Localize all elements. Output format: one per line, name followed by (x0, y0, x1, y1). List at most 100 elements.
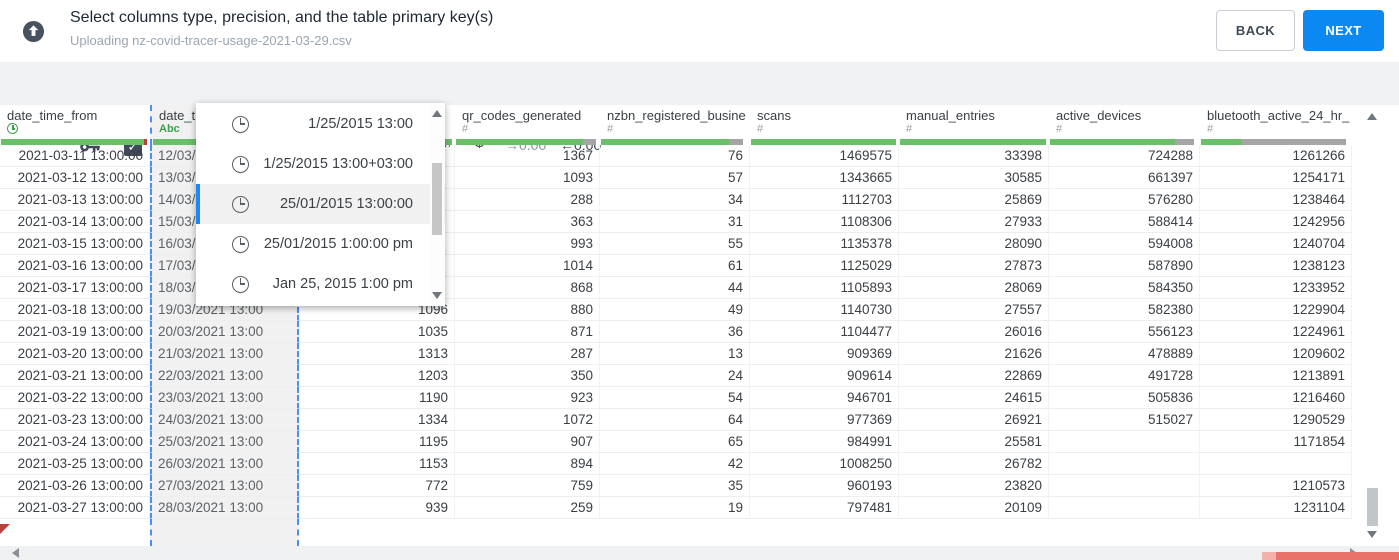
cell-manual-entries[interactable]: 26921 (899, 409, 1049, 431)
cell-date-time-from[interactable]: 2021-03-23 13:00:00 (0, 409, 150, 431)
cell-qr-codes-generated[interactable]: 894 (455, 453, 600, 475)
cell-active-devices[interactable]: 724288 (1049, 145, 1200, 167)
cell-bluetooth-active-24-hr[interactable]: 1242956 (1200, 211, 1352, 233)
cell-date-time-from[interactable]: 2021-03-21 13:00:00 (0, 365, 150, 387)
cell-hidden-column[interactable]: 1203 (299, 365, 455, 387)
cell-active-devices[interactable]: 505836 (1049, 387, 1200, 409)
cell-date-time-from[interactable]: 2021-03-14 13:00:00 (0, 211, 150, 233)
cell-hidden-column[interactable]: 1195 (299, 431, 455, 453)
cell-bluetooth-active-24-hr[interactable]: 1210573 (1200, 475, 1352, 497)
cell-qr-codes-generated[interactable]: 287 (455, 343, 600, 365)
cell-qr-codes-generated[interactable]: 759 (455, 475, 600, 497)
cell-active-devices[interactable] (1049, 431, 1200, 453)
cell-active-devices[interactable]: 478889 (1049, 343, 1200, 365)
cell-nzbn-registered-busine[interactable]: 19 (600, 497, 750, 519)
cell-active-devices[interactable]: 584350 (1049, 277, 1200, 299)
cell-manual-entries[interactable]: 27557 (899, 299, 1049, 321)
cell-nzbn-registered-busine[interactable]: 49 (600, 299, 750, 321)
cell-manual-entries[interactable]: 28090 (899, 233, 1049, 255)
scrollbar-thumb[interactable] (1367, 488, 1378, 526)
cell-scans[interactable]: 1008250 (750, 453, 899, 475)
table-horizontal-scrollbar[interactable] (0, 546, 1399, 560)
cell-qr-codes-generated[interactable]: 259 (455, 497, 600, 519)
cell-active-devices[interactable]: 515027 (1049, 409, 1200, 431)
cell-manual-entries[interactable]: 22869 (899, 365, 1049, 387)
column-header-date-time-from[interactable]: date_time_from (0, 105, 150, 145)
cell-scans[interactable]: 1105893 (750, 277, 899, 299)
cell-hidden-column[interactable]: 1035 (299, 321, 455, 343)
cell-scans[interactable]: 1140730 (750, 299, 899, 321)
cell-scans[interactable]: 1469575 (750, 145, 899, 167)
cell-bluetooth-active-24-hr[interactable]: 1231104 (1200, 497, 1352, 519)
cell-nzbn-registered-busine[interactable]: 34 (600, 189, 750, 211)
cell-qr-codes-generated[interactable]: 1072 (455, 409, 600, 431)
cell-scans[interactable]: 977369 (750, 409, 899, 431)
cell-manual-entries[interactable]: 25581 (899, 431, 1049, 453)
cell-scans[interactable]: 909369 (750, 343, 899, 365)
cell-nzbn-registered-busine[interactable]: 64 (600, 409, 750, 431)
cell-date-t-selected[interactable]: 27/03/2021 13:00 (150, 475, 299, 497)
cell-date-t-selected[interactable]: 26/03/2021 13:00 (150, 453, 299, 475)
cell-scans[interactable]: 797481 (750, 497, 899, 519)
cell-date-time-from[interactable]: 2021-03-12 13:00:00 (0, 167, 150, 189)
cell-manual-entries[interactable]: 28069 (899, 277, 1049, 299)
cell-date-time-from[interactable]: 2021-03-16 13:00:00 (0, 255, 150, 277)
cell-date-t-selected[interactable]: 20/03/2021 13:00 (150, 321, 299, 343)
column-header-scans[interactable]: scans # (750, 105, 899, 145)
format-option-4[interactable]: 25/01/2015 1:00:00 pm (196, 224, 445, 264)
cell-date-time-from[interactable]: 2021-03-15 13:00:00 (0, 233, 150, 255)
cell-bluetooth-active-24-hr[interactable]: 1261266 (1200, 145, 1352, 167)
cell-active-devices[interactable]: 588414 (1049, 211, 1200, 233)
cell-date-time-from[interactable]: 2021-03-22 13:00:00 (0, 387, 150, 409)
cell-manual-entries[interactable]: 20109 (899, 497, 1049, 519)
cell-bluetooth-active-24-hr[interactable]: 1229904 (1200, 299, 1352, 321)
cell-scans[interactable]: 984991 (750, 431, 899, 453)
cell-manual-entries[interactable]: 27873 (899, 255, 1049, 277)
cell-qr-codes-generated[interactable]: 1367 (455, 145, 600, 167)
cell-nzbn-registered-busine[interactable]: 36 (600, 321, 750, 343)
scroll-up-icon[interactable] (432, 110, 442, 117)
cell-active-devices[interactable]: 582380 (1049, 299, 1200, 321)
cell-nzbn-registered-busine[interactable]: 31 (600, 211, 750, 233)
scrollbar-thumb[interactable] (432, 163, 442, 235)
cell-active-devices[interactable]: 491728 (1049, 365, 1200, 387)
cell-date-t-selected[interactable]: 25/03/2021 13:00 (150, 431, 299, 453)
cell-manual-entries[interactable]: 21626 (899, 343, 1049, 365)
cell-nzbn-registered-busine[interactable]: 76 (600, 145, 750, 167)
column-header-manual-entries[interactable]: manual_entries # (899, 105, 1049, 145)
cell-bluetooth-active-24-hr[interactable] (1200, 453, 1352, 475)
cell-manual-entries[interactable]: 33398 (899, 145, 1049, 167)
cell-qr-codes-generated[interactable]: 350 (455, 365, 600, 387)
cell-bluetooth-active-24-hr[interactable]: 1224961 (1200, 321, 1352, 343)
cell-nzbn-registered-busine[interactable]: 55 (600, 233, 750, 255)
cell-nzbn-registered-busine[interactable]: 61 (600, 255, 750, 277)
cell-scans[interactable]: 960193 (750, 475, 899, 497)
cell-bluetooth-active-24-hr[interactable]: 1254171 (1200, 167, 1352, 189)
column-header-bluetooth-active-24-hr[interactable]: bluetooth_active_24_hr_ # (1200, 105, 1352, 145)
cell-active-devices[interactable]: 661397 (1049, 167, 1200, 189)
cell-bluetooth-active-24-hr[interactable]: 1233952 (1200, 277, 1352, 299)
cell-hidden-column[interactable]: 939 (299, 497, 455, 519)
cell-nzbn-registered-busine[interactable]: 13 (600, 343, 750, 365)
scroll-down-icon[interactable] (432, 292, 442, 299)
cell-active-devices[interactable]: 594008 (1049, 233, 1200, 255)
cell-date-time-from[interactable]: 2021-03-24 13:00:00 (0, 431, 150, 453)
cell-scans[interactable]: 1104477 (750, 321, 899, 343)
cell-manual-entries[interactable]: 30585 (899, 167, 1049, 189)
format-option-5[interactable]: Jan 25, 2015 1:00 pm (196, 264, 445, 304)
cell-hidden-column[interactable]: 1153 (299, 453, 455, 475)
cell-scans[interactable]: 1108306 (750, 211, 899, 233)
back-button[interactable]: BACK (1216, 10, 1295, 51)
cell-date-time-from[interactable]: 2021-03-20 13:00:00 (0, 343, 150, 365)
next-button[interactable]: NEXT (1303, 10, 1384, 51)
cell-date-t-selected[interactable]: 21/03/2021 13:00 (150, 343, 299, 365)
cell-qr-codes-generated[interactable]: 907 (455, 431, 600, 453)
cell-scans[interactable]: 1343665 (750, 167, 899, 189)
cell-date-t-selected[interactable]: 24/03/2021 13:00 (150, 409, 299, 431)
cell-bluetooth-active-24-hr[interactable]: 1238464 (1200, 189, 1352, 211)
column-header-active-devices[interactable]: active_devices # (1049, 105, 1200, 145)
cell-date-time-from[interactable]: 2021-03-11 13:00:00 (0, 145, 150, 167)
table-vertical-scrollbar[interactable] (1362, 105, 1382, 546)
cell-nzbn-registered-busine[interactable]: 54 (600, 387, 750, 409)
cell-date-t-selected[interactable]: 28/03/2021 13:00 (150, 497, 299, 519)
